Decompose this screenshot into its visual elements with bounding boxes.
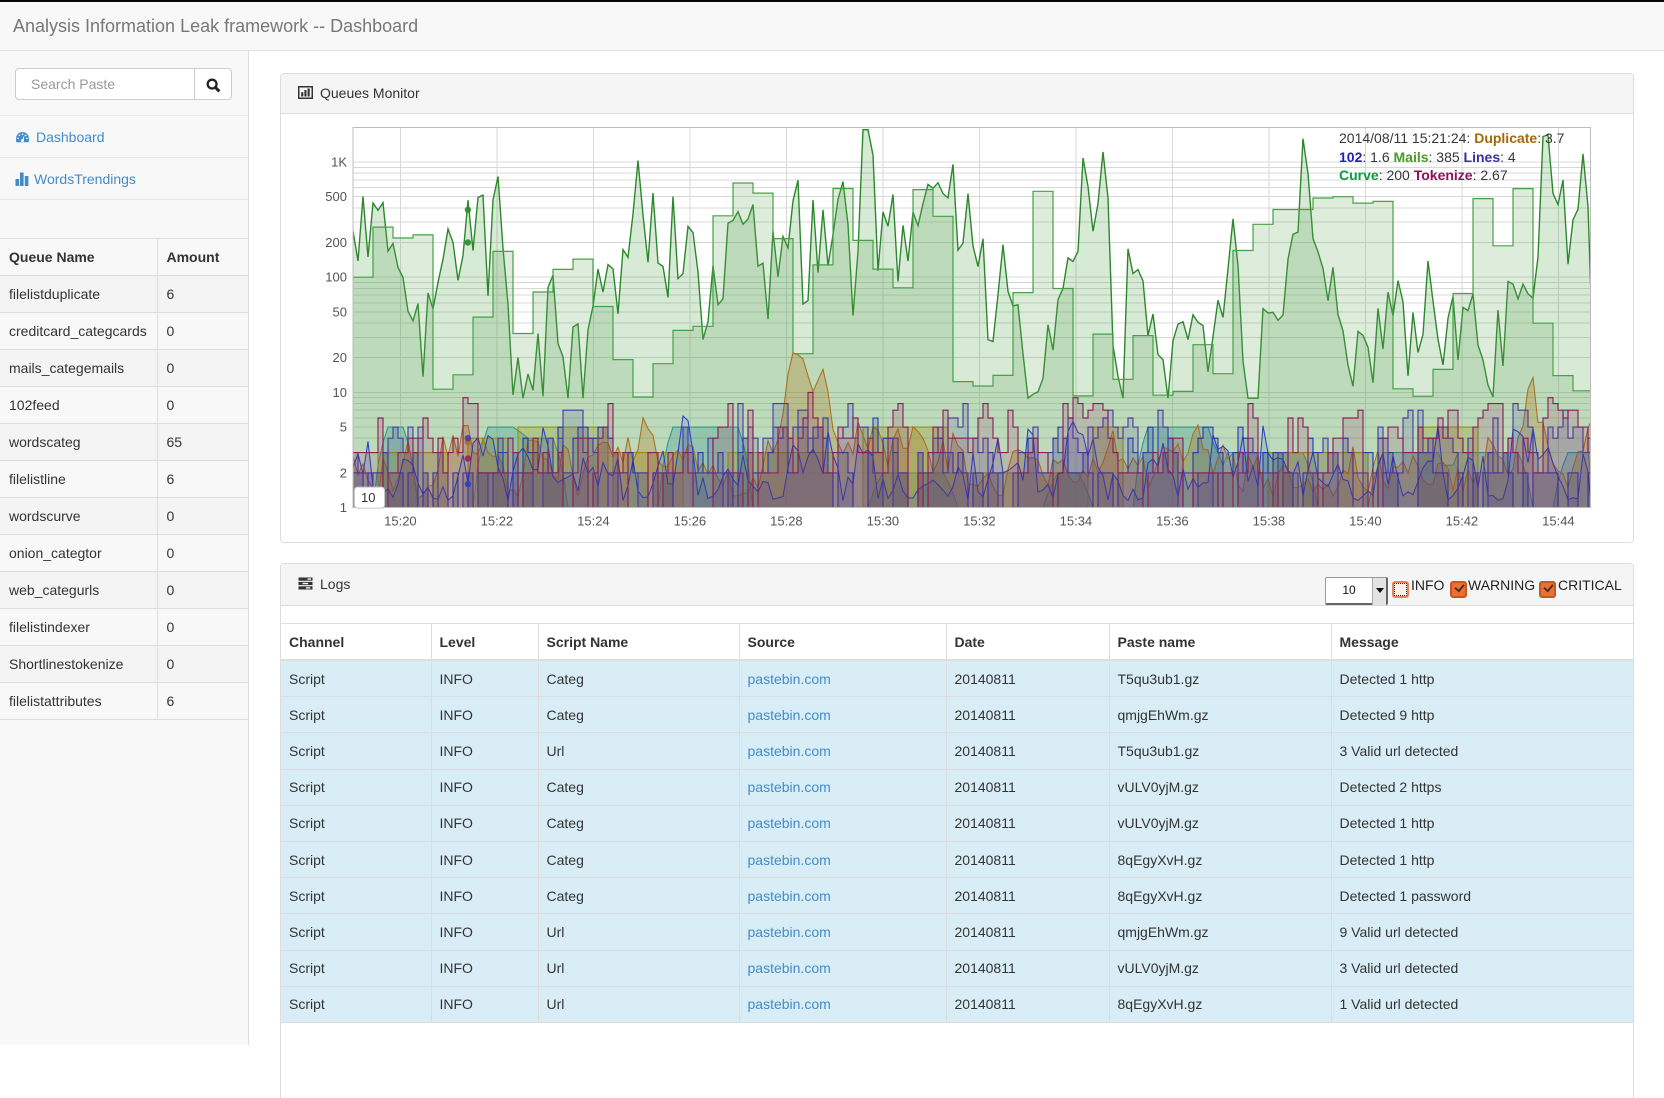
svg-text:50: 50 <box>333 304 347 319</box>
svg-text:15:36: 15:36 <box>1156 514 1189 529</box>
svg-text:1K: 1K <box>331 155 347 170</box>
svg-text:15:42: 15:42 <box>1446 514 1479 529</box>
svg-text:15:28: 15:28 <box>770 514 803 529</box>
svg-text:15:24: 15:24 <box>577 514 610 529</box>
svg-text:15:20: 15:20 <box>384 514 417 529</box>
svg-text:20: 20 <box>333 350 347 365</box>
svg-text:15:40: 15:40 <box>1349 514 1382 529</box>
svg-text:15:38: 15:38 <box>1253 514 1286 529</box>
svg-text:10: 10 <box>361 490 375 505</box>
svg-text:5: 5 <box>340 420 347 435</box>
svg-text:15:44: 15:44 <box>1542 514 1575 529</box>
svg-text:15:32: 15:32 <box>963 514 996 529</box>
svg-text:15:34: 15:34 <box>1060 514 1093 529</box>
svg-text:2: 2 <box>340 465 347 480</box>
svg-text:1: 1 <box>340 500 347 515</box>
svg-text:15:22: 15:22 <box>481 514 514 529</box>
svg-text:10: 10 <box>333 385 347 400</box>
svg-text:100: 100 <box>325 270 347 285</box>
svg-text:15:30: 15:30 <box>867 514 900 529</box>
svg-text:200: 200 <box>325 235 347 250</box>
svg-text:500: 500 <box>325 189 347 204</box>
svg-text:15:26: 15:26 <box>674 514 707 529</box>
